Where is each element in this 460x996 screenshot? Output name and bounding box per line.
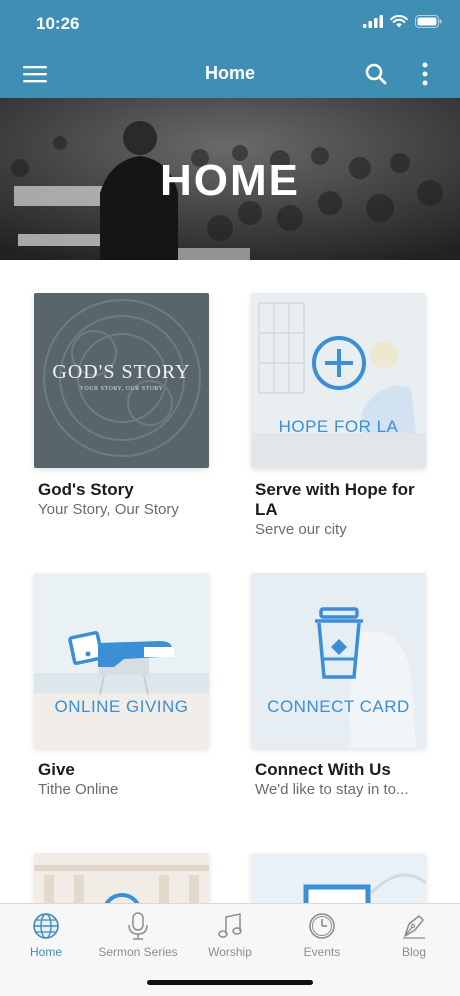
card-subtitle: Your Story, Our Story	[38, 501, 179, 518]
card-subtitle: We'd like to stay in to...	[255, 781, 409, 798]
hand-giving-icon	[68, 630, 174, 667]
wifi-icon	[390, 15, 408, 28]
content-grid: GOD'S STORY YOUR STORY, OUR STORY God's …	[0, 260, 460, 903]
card-gods-story[interactable]: GOD'S STORY YOUR STORY, OUR STORY God's …	[34, 293, 209, 520]
tab-label: Blog	[401, 945, 427, 959]
card-title: Connect With Us	[255, 760, 391, 779]
status-icons	[363, 15, 442, 28]
hero-banner: HOME	[0, 98, 460, 260]
hero-title: HOME	[160, 156, 300, 205]
search-button[interactable]	[359, 58, 393, 90]
card-image-sermon	[34, 853, 209, 903]
tab-label: Worship	[208, 945, 252, 959]
music-note-icon	[218, 913, 242, 938]
card-image-hope-for-la: HOPE FOR LA	[251, 293, 426, 468]
search-icon	[365, 63, 387, 85]
card-subtitle: Tithe Online	[38, 781, 119, 798]
more-vertical-icon	[422, 62, 428, 86]
tab-blog[interactable]: Blog	[368, 910, 460, 959]
tile-label-hope-for-la: HOPE FOR LA	[278, 417, 399, 436]
card-give[interactable]: ONLINE GIVING Give Tithe Online	[34, 573, 209, 800]
tab-sermon-series[interactable]: Sermon Series	[92, 910, 184, 959]
bridge-photo	[251, 853, 426, 903]
clock-icon	[309, 913, 335, 939]
battery-icon	[415, 15, 442, 28]
tab-label: Events	[303, 945, 341, 959]
pen-icon	[403, 915, 425, 939]
card-image-worship	[251, 853, 426, 903]
tile-label-give: ONLINE GIVING	[54, 697, 189, 716]
tab-worship[interactable]: Worship	[184, 910, 276, 959]
tile-title-gods-story: GOD'S STORY	[52, 361, 191, 383]
card-hope-for-la[interactable]: HOPE FOR LA Serve with Hope for LA Serve…	[251, 293, 426, 540]
card-image-gods-story: GOD'S STORY YOUR STORY, OUR STORY	[34, 293, 209, 468]
card-title: Serve with Hope for LA	[255, 480, 415, 519]
tab-events[interactable]: Events	[276, 910, 368, 959]
tab-label: Sermon Series	[98, 945, 178, 959]
tile-label-connect: CONNECT CARD	[267, 697, 410, 716]
tab-label: Home	[29, 945, 62, 959]
more-button[interactable]	[408, 58, 442, 90]
card-sermon-partial[interactable]	[34, 853, 209, 903]
status-time: 10:26	[36, 14, 80, 33]
card-title: God's Story	[38, 480, 134, 499]
coffee-cup-icon	[315, 607, 363, 679]
nav-bar: Home	[0, 50, 460, 98]
microphone-tile-icon	[104, 893, 140, 903]
card-image-connect: CONNECT CARD	[251, 573, 426, 748]
card-image-give: ONLINE GIVING	[34, 573, 209, 748]
card-worship-partial[interactable]	[251, 853, 426, 903]
microphone-icon	[128, 912, 148, 940]
home-indicator[interactable]	[147, 980, 313, 985]
tile-subtitle-gods-story: YOUR STORY, OUR STORY	[79, 386, 164, 392]
globe-icon	[33, 913, 59, 939]
tab-home[interactable]: Home	[0, 910, 92, 959]
signal-icon	[363, 15, 383, 28]
status-bar: 10:26	[0, 0, 460, 50]
card-subtitle: Serve our city	[255, 521, 347, 538]
card-title: Give	[38, 760, 75, 779]
card-connect[interactable]: CONNECT CARD Connect With Us We'd like t…	[251, 573, 426, 800]
plus-circle-icon	[312, 336, 366, 390]
